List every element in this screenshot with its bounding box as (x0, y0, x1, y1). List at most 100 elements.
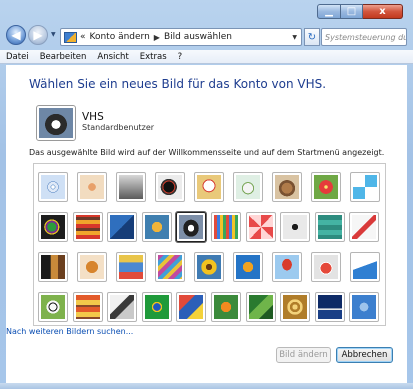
green-frame-image (144, 295, 169, 319)
butterfly-image (214, 295, 238, 319)
picture-tile-chess[interactable] (107, 292, 138, 322)
picture-tile-robot-toy[interactable] (116, 252, 146, 282)
search-input[interactable]: Systemsteuerung durchs... ⚲ (321, 28, 407, 46)
pinwheel-image (353, 175, 377, 199)
picture-tile-fern[interactable] (245, 292, 276, 322)
ferris-wheel-image (41, 175, 65, 199)
picture-tile-bird-origami[interactable] (107, 212, 138, 242)
picture-tile-butterfly[interactable] (211, 292, 241, 322)
address-dropdown-icon[interactable]: ▼ (292, 34, 301, 41)
star-burst-image (248, 215, 273, 239)
navigation-bar: ◀ ▶ ▼ « Konto ändern ▶ Bild auswählen ▼ … (0, 22, 413, 50)
close-button[interactable]: x (363, 4, 403, 19)
picture-tile-kitten[interactable] (272, 172, 302, 202)
title-bar[interactable]: ▁ □ x (0, 0, 413, 22)
picture-tile-ferris-wheel[interactable] (38, 172, 68, 202)
picture-tile-paper-crane[interactable] (349, 212, 380, 242)
browse-more-pictures-link[interactable]: Nach weiteren Bildern suchen... (6, 327, 133, 336)
forward-button[interactable]: ▶ (28, 25, 48, 45)
maximize-button[interactable]: □ (341, 4, 363, 19)
window-controls: ▁ □ x (317, 4, 403, 19)
picture-tile-green-frame[interactable] (141, 292, 172, 322)
guitar-image (41, 255, 65, 279)
breadcrumb-item-bild-auswaehlen[interactable]: Bild auswählen (164, 32, 232, 42)
jacks-image (283, 215, 308, 239)
recent-pages-dropdown-icon[interactable]: ▼ (51, 31, 56, 38)
picture-tile-jacks[interactable] (280, 212, 311, 242)
search-placeholder: Systemsteuerung durchs... (325, 32, 406, 42)
user-account-type: Standardbenutzer (82, 123, 155, 132)
red-flower-image (314, 175, 338, 199)
picture-tile-fish[interactable] (233, 252, 263, 282)
bird-origami-image (110, 215, 135, 239)
user-avatar-image (39, 108, 73, 138)
lighthouse-image (317, 295, 342, 319)
picture-grid (33, 163, 386, 326)
picture-tile-kite[interactable] (176, 292, 207, 322)
picture-tile-border-collie[interactable] (175, 211, 208, 243)
picture-tile-soccer-ball[interactable] (38, 292, 68, 322)
minimize-button[interactable]: ▁ (317, 4, 341, 19)
picture-tile-guitar[interactable] (38, 252, 68, 282)
current-user-picture (36, 105, 76, 141)
stairs-image (317, 215, 342, 239)
user-name: VHS (82, 111, 104, 123)
puppy-image (80, 255, 104, 279)
fish-image (236, 255, 260, 279)
picture-tile-red-flower[interactable] (311, 172, 341, 202)
picture-tile-shell[interactable] (349, 292, 380, 322)
picture-tile-puppy[interactable] (77, 252, 107, 282)
menu-ansicht[interactable]: Ansicht (97, 52, 128, 62)
picture-tile-crayons[interactable] (211, 212, 241, 242)
address-bar[interactable]: « Konto ändern ▶ Bild auswählen ▼ (60, 28, 302, 46)
picture-tile-satellite-dish[interactable] (233, 172, 263, 202)
shelves-image (75, 295, 100, 319)
picture-tile-stairs[interactable] (314, 212, 345, 242)
daruma-image (314, 255, 338, 279)
breadcrumb-separator-icon[interactable]: ▶ (154, 33, 160, 42)
picture-tile-pinwheel[interactable] (350, 172, 380, 202)
refresh-button[interactable]: ↻ (304, 28, 320, 46)
picture-tile-sunflower[interactable] (194, 252, 224, 282)
picture-tile-turntable[interactable] (155, 172, 185, 202)
cancel-button[interactable]: Abbrechen (336, 347, 393, 363)
soccer-ball-image (41, 295, 65, 319)
hot-air-balloon-image (275, 255, 299, 279)
yarn-ball-image (41, 215, 65, 239)
picture-tile-fabric[interactable] (155, 252, 185, 282)
breadcrumb-item-konto-aendern[interactable]: Konto ändern (90, 32, 150, 42)
fabric-image (158, 255, 182, 279)
control-panel-icon (64, 31, 77, 43)
menu-help[interactable]: ? (178, 52, 183, 62)
shell-image (352, 295, 377, 319)
spiral-image (283, 295, 308, 319)
breadcrumb-chevron-icon[interactable]: « (80, 32, 86, 42)
sunflower-image (197, 255, 221, 279)
change-picture-button[interactable]: Bild ändern (276, 347, 331, 363)
picture-tile-lighthouse[interactable] (314, 292, 345, 322)
robot-toy-image (119, 255, 143, 279)
page-title: Wählen Sie ein neues Bild für das Konto … (29, 77, 327, 91)
info-text: Das ausgewählte Bild wird auf der Willko… (29, 148, 385, 157)
chess-image (110, 295, 135, 319)
picture-tile-yarn-ball[interactable] (38, 212, 68, 242)
picture-tile-stripes[interactable] (72, 212, 103, 242)
picture-tile-autumn-leaf[interactable] (141, 212, 172, 242)
picture-tile-starfish[interactable] (77, 172, 107, 202)
picture-tile-star-burst[interactable] (245, 212, 276, 242)
kite-image (179, 295, 204, 319)
picture-tile-spiral[interactable] (280, 292, 311, 322)
menu-extras[interactable]: Extras (140, 52, 167, 62)
picture-tile-robot[interactable] (116, 172, 146, 202)
picture-tile-daruma[interactable] (311, 252, 341, 282)
picture-tile-sailboat[interactable] (350, 252, 380, 282)
paper-crane-image (352, 215, 377, 239)
menu-bearbeiten[interactable]: Bearbeiten (40, 52, 87, 62)
picture-tile-shelves[interactable] (72, 292, 103, 322)
robot-image (119, 175, 143, 199)
picture-tile-hot-air-balloon[interactable] (272, 252, 302, 282)
crayons-image (214, 215, 238, 239)
back-button[interactable]: ◀ (6, 25, 26, 45)
menu-datei[interactable]: Datei (6, 52, 29, 62)
picture-tile-lucky-cat[interactable] (194, 172, 224, 202)
